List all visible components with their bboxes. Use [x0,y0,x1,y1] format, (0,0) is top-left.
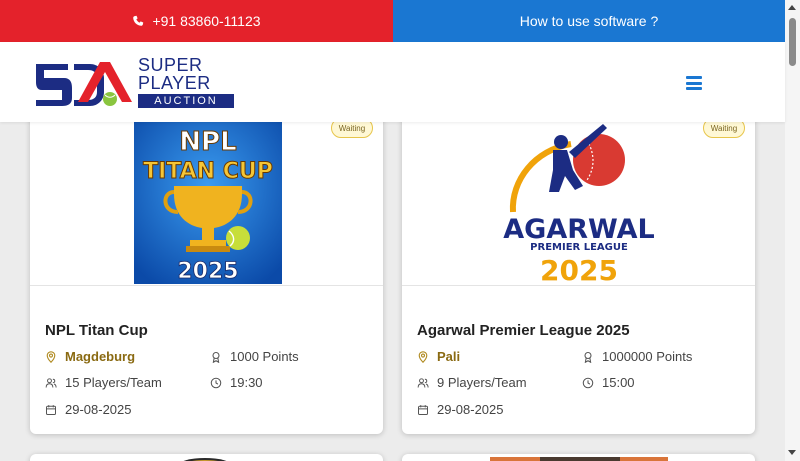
players-text: 15 Players/Team [65,375,162,390]
date-text: 29-08-2025 [437,402,504,417]
how-to-use-link[interactable]: How to use software ? [393,0,785,42]
auction-card-partial[interactable] [30,454,383,461]
map-pin-icon [418,350,428,363]
award-icon [212,351,220,363]
points-text: 1000000 Points [602,349,693,364]
date-text: 29-08-2025 [65,402,132,417]
npl-titan-cup-poster: NPL TITAN CUP 2025 [134,120,282,284]
auction-card[interactable]: NPL TITAN CUP 2025 Waiting NPL Titan Cup… [30,104,383,434]
poster-line-agarwal: AGARWAL [503,214,654,245]
time-text: 19:30 [230,375,263,390]
map-pin-icon [46,350,56,363]
phone-link[interactable]: +91 83860-11123 [0,0,393,42]
scroll-down-arrow-icon[interactable] [788,450,796,455]
calendar-icon [46,404,56,415]
card-image-partial [490,457,668,461]
clock-icon [210,377,222,388]
card-image-partial [183,458,227,461]
players-text: 9 Players/Team [437,375,527,390]
card-title[interactable]: Agarwal Premier League 2025 [417,322,630,339]
poster-line-npl: NPL [179,127,236,157]
logo-line-auction: AUCTION [138,94,234,108]
logo-mark-icon [36,62,132,106]
auction-card[interactable]: AGARWAL PREMIER LEAGUE 2025 Waiting Agar… [402,104,755,434]
menu-toggle-icon[interactable] [686,76,702,90]
phone-number: +91 83860-11123 [152,13,261,29]
top-bar: +91 83860-11123 How to use software ? [0,0,785,42]
users-icon [417,377,429,388]
card-image-area: NPL TITAN CUP 2025 Waiting [30,104,383,286]
time-text: 15:00 [602,375,635,390]
card-points: 1000000 Points [582,349,692,364]
card-points: 1000 Points [210,349,299,364]
scrollbar-thumb[interactable] [789,18,796,66]
poster-line-premier-league: PREMIER LEAGUE [530,242,628,253]
page-scrollbar[interactable] [785,0,800,461]
card-time: 15:00 [582,375,635,390]
agarwal-premier-league-poster: AGARWAL PREMIER LEAGUE 2025 [491,120,667,284]
calendar-icon [418,404,428,415]
phone-icon [133,15,144,26]
card-date: 29-08-2025 [45,402,132,417]
poster-line-titan-cup: TITAN CUP [143,159,273,184]
logo-line-player: PLAYER [138,73,211,93]
logo-line-super: SUPER [138,55,203,75]
card-players: 9 Players/Team [417,375,527,390]
location-text: Pali [437,349,461,364]
points-text: 1000 Points [230,349,299,364]
site-header: SUPER PLAYER AUCTION [0,42,785,122]
card-date: 29-08-2025 [417,402,504,417]
card-location: Magdeburg [45,349,135,364]
location-text: Magdeburg [65,349,136,364]
super-player-auction-logo[interactable]: SUPER PLAYER AUCTION [34,54,236,110]
award-icon [584,351,592,363]
poster-line-year: 2025 [177,259,238,284]
clock-icon [582,377,594,388]
auction-card-partial[interactable] [402,454,755,461]
logo-text: SUPER PLAYER AUCTION [138,56,236,108]
card-location: Pali [417,349,460,364]
scroll-up-arrow-icon[interactable] [788,5,796,10]
users-icon [45,377,57,388]
card-image-area: AGARWAL PREMIER LEAGUE 2025 Waiting [402,104,755,286]
card-time: 19:30 [210,375,263,390]
poster-line-year: 2025 [540,254,618,284]
card-title[interactable]: NPL Titan Cup [45,322,148,339]
card-players: 15 Players/Team [45,375,162,390]
